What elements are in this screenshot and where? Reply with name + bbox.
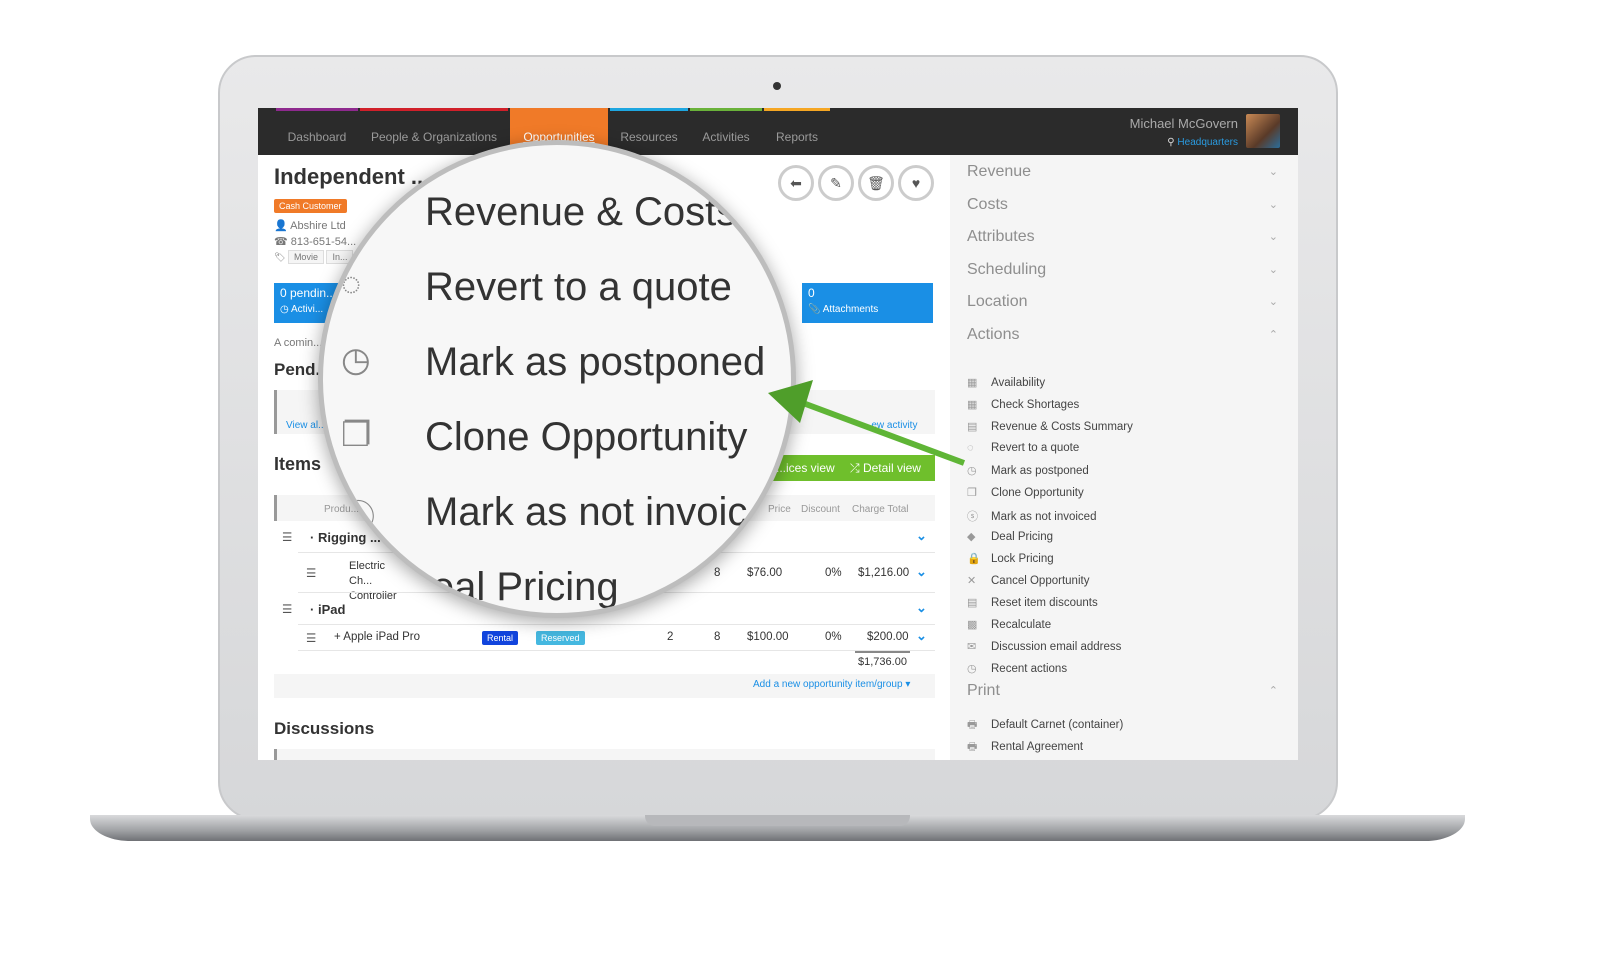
app-screen: Dashboard People & Organizations Opportu… [258, 108, 1298, 760]
laptop-notch [645, 815, 910, 826]
pointer-arrow [768, 380, 966, 466]
camera [773, 82, 781, 90]
arrow-shaft [801, 400, 966, 466]
arrow-head [768, 380, 813, 423]
